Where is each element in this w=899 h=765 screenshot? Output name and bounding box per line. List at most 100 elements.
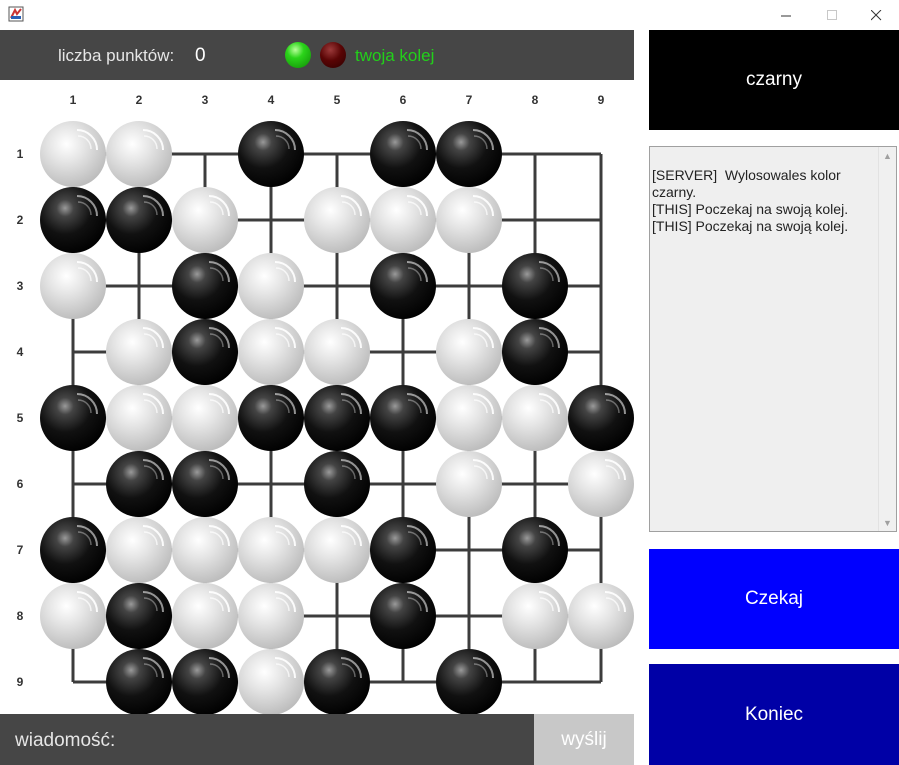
app-icon	[8, 6, 24, 22]
board-canvas[interactable]: 1 2 3 4 5 6 7 8 9 1 2 3 4 5 6 7 8 9	[0, 80, 634, 714]
log-line: [THIS] Poczekaj na swoją kolej.	[652, 218, 849, 234]
column-label: 5	[334, 93, 341, 107]
black-stone	[172, 649, 238, 714]
column-label: 1	[70, 93, 77, 107]
black-stone	[40, 517, 106, 583]
white-stone	[502, 385, 568, 451]
row-label: 8	[17, 609, 24, 623]
maximize-icon	[826, 9, 837, 20]
end-button[interactable]: Koniec	[649, 664, 899, 765]
row-label: 2	[17, 213, 24, 227]
white-stone	[502, 583, 568, 649]
column-label: 6	[400, 93, 407, 107]
game-board[interactable]: 1 2 3 4 5 6 7 8 9 1 2 3 4 5 6 7 8 9	[0, 80, 634, 714]
black-stone	[106, 187, 172, 253]
white-stone	[106, 121, 172, 187]
black-stone	[304, 649, 370, 714]
white-stone	[172, 583, 238, 649]
black-stone	[436, 649, 502, 714]
black-stone	[106, 649, 172, 714]
row-label: 1	[17, 147, 24, 161]
close-icon	[870, 9, 881, 20]
minimize-icon	[780, 15, 791, 16]
black-stone	[304, 451, 370, 517]
row-label: 9	[17, 675, 24, 689]
green-light-icon	[285, 42, 311, 68]
column-label: 7	[466, 93, 473, 107]
white-stone	[304, 187, 370, 253]
black-stone	[370, 385, 436, 451]
white-stone	[436, 319, 502, 385]
message-bar: wiadomość:	[0, 714, 534, 765]
black-stone	[370, 583, 436, 649]
message-input[interactable]	[130, 722, 529, 758]
column-label: 4	[268, 93, 275, 107]
white-stone	[172, 385, 238, 451]
row-label: 7	[17, 543, 24, 557]
row-label: 6	[17, 477, 24, 491]
scroll-down-icon[interactable]: ▼	[879, 514, 896, 531]
black-stone	[502, 253, 568, 319]
column-label: 9	[598, 93, 605, 107]
points-label: liczba punktów:	[58, 46, 175, 65]
message-log[interactable]: [SERVER] Wylosowales kolor czarny. [THIS]…	[649, 146, 897, 532]
white-stone	[106, 385, 172, 451]
black-stone	[172, 451, 238, 517]
white-stone	[238, 583, 304, 649]
white-stone	[40, 253, 106, 319]
white-stone	[436, 187, 502, 253]
white-stone	[304, 319, 370, 385]
white-stone	[238, 319, 304, 385]
white-stone	[436, 451, 502, 517]
column-label: 8	[532, 93, 539, 107]
black-stone	[238, 385, 304, 451]
message-label: wiadomość:	[15, 730, 116, 751]
white-stone	[40, 583, 106, 649]
white-stone	[370, 187, 436, 253]
black-stone	[370, 517, 436, 583]
black-stone	[502, 319, 568, 385]
white-stone	[40, 121, 106, 187]
black-stone	[568, 385, 634, 451]
white-stone	[238, 253, 304, 319]
white-stone	[238, 649, 304, 714]
send-button[interactable]: wyślij	[534, 714, 634, 765]
black-stone	[172, 319, 238, 385]
status-bar: liczba punktów: 0 twoja kolej	[0, 30, 634, 80]
white-stone	[106, 319, 172, 385]
column-label: 3	[202, 93, 209, 107]
minimize-button[interactable]	[763, 0, 809, 30]
column-label: 2	[136, 93, 143, 107]
black-stone	[238, 121, 304, 187]
turn-status-text: twoja kolej	[355, 46, 435, 65]
log-line: [THIS] Poczekaj na swoją kolej.	[652, 201, 849, 217]
message-log-text: [SERVER] Wylosowales kolor czarny. [THIS]…	[652, 167, 878, 235]
maximize-button[interactable]	[809, 0, 855, 30]
row-label: 5	[17, 411, 24, 425]
black-stone	[106, 451, 172, 517]
player-color-panel: czarny	[649, 30, 899, 130]
red-light-icon	[320, 42, 346, 68]
scroll-up-icon[interactable]: ▲	[879, 147, 896, 164]
wait-button[interactable]: Czekaj	[649, 549, 899, 649]
log-scrollbar[interactable]: ▲ ▼	[878, 147, 896, 531]
black-stone	[172, 253, 238, 319]
white-stone	[568, 451, 634, 517]
white-stone	[106, 517, 172, 583]
black-stone	[40, 187, 106, 253]
row-label: 3	[17, 279, 24, 293]
black-stone	[502, 517, 568, 583]
black-stone	[304, 385, 370, 451]
white-stone	[172, 187, 238, 253]
close-button[interactable]	[853, 0, 899, 30]
black-stone	[436, 121, 502, 187]
log-line: [SERVER] Wylosowales kolor czarny.	[652, 167, 845, 200]
white-stone	[568, 583, 634, 649]
title-bar	[0, 0, 899, 30]
row-label: 4	[17, 345, 24, 359]
white-stone	[238, 517, 304, 583]
white-stone	[304, 517, 370, 583]
black-stone	[40, 385, 106, 451]
white-stone	[172, 517, 238, 583]
black-stone	[370, 253, 436, 319]
